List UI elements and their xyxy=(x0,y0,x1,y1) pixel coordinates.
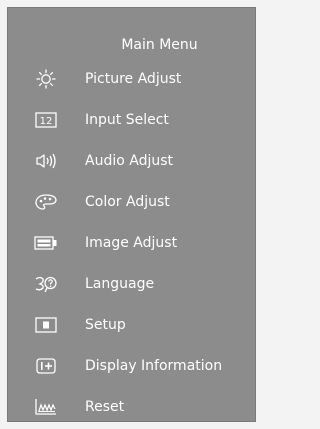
menu-item-label: Color Adjust xyxy=(85,193,170,210)
menu-item-reset[interactable]: Reset xyxy=(8,386,255,427)
menu-item-image-adjust[interactable]: Image Adjust xyxy=(8,222,255,263)
menu-item-label: Setup xyxy=(85,316,126,333)
menu-item-label: Input Select xyxy=(85,111,169,128)
reset-icon xyxy=(31,397,61,417)
palette-icon xyxy=(31,192,61,212)
menu-item-audio-adjust[interactable]: Audio Adjust xyxy=(8,140,255,181)
menu-item-input-select[interactable]: 12 Input Select xyxy=(8,99,255,140)
setup-icon xyxy=(31,315,61,335)
input-select-icon-text: 12 xyxy=(40,116,53,127)
menu-item-label: Display Information xyxy=(85,357,223,374)
sun-icon xyxy=(31,68,61,89)
menu-item-label: Reset xyxy=(85,398,125,415)
menu-item-label: Picture Adjust xyxy=(85,70,182,87)
menu-item-color-adjust[interactable]: Color Adjust xyxy=(8,181,255,222)
menu-item-label: Language xyxy=(85,275,155,292)
menu-list: Picture Adjust 12 Input Select Audio Adj… xyxy=(8,58,255,427)
language-icon xyxy=(31,274,61,294)
menu-item-picture-adjust[interactable]: Picture Adjust xyxy=(8,58,255,99)
menu-item-display-information[interactable]: Display Information xyxy=(8,345,255,386)
menu-title: Main Menu xyxy=(121,37,198,53)
input-select-icon: 12 xyxy=(31,110,61,130)
speaker-icon xyxy=(31,151,61,171)
osd-main-menu: Main Menu Picture Adjust 12 Input Select… xyxy=(7,7,256,422)
image-adjust-icon xyxy=(31,233,61,253)
menu-item-label: Image Adjust xyxy=(85,234,178,251)
menu-item-setup[interactable]: Setup xyxy=(8,304,255,345)
menu-item-language[interactable]: Language xyxy=(8,263,255,304)
info-icon xyxy=(31,356,61,376)
menu-item-label: Audio Adjust xyxy=(85,152,174,169)
